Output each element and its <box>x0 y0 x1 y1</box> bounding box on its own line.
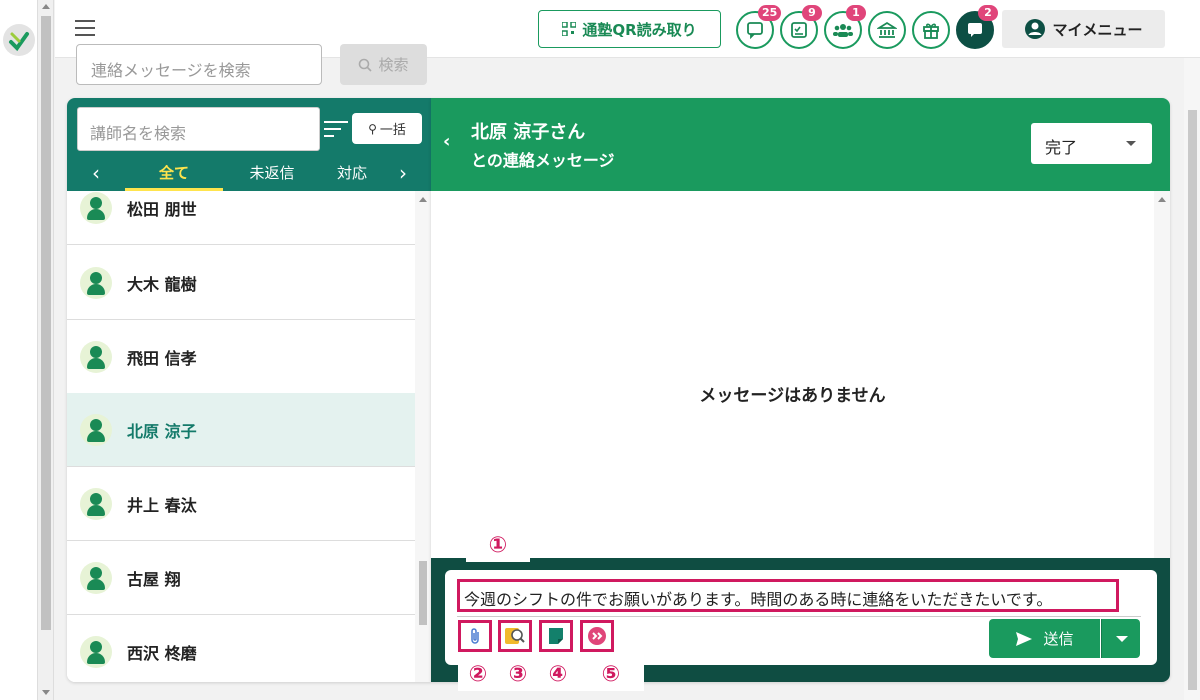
teacher-list-header: 講師名を検索 ⚲ 一括 ‹ 全て 未返信 対応 › <box>67 98 431 191</box>
teacher-name: 北原 涼子 <box>127 421 197 441</box>
bulk-button-label: 一括 <box>379 123 406 138</box>
tab-unreplied[interactable]: 未返信 <box>233 160 311 191</box>
message-area-scrollbar[interactable] <box>1154 191 1170 558</box>
search-icon <box>359 58 373 72</box>
teacher-name: 松田 朋世 <box>127 199 197 219</box>
message-count-badge: 25 <box>758 5 782 21</box>
avatar <box>80 413 112 446</box>
stamp-icon[interactable] <box>580 620 614 652</box>
sort-icon[interactable] <box>323 120 349 138</box>
template-search-icon[interactable] <box>498 620 532 652</box>
bulk-button[interactable]: ⚲ 一括 <box>352 113 422 144</box>
conversation-title: 北原 涼子さん <box>471 122 586 143</box>
teacher-name: 古屋 翔 <box>127 569 181 589</box>
account-circle-icon <box>1025 19 1046 39</box>
tab-all[interactable]: 全て <box>125 160 223 191</box>
message-icon[interactable]: 25 <box>736 5 782 49</box>
list-item[interactable]: 飛田 信孝 <box>67 320 415 394</box>
group-count-badge: 1 <box>846 5 866 21</box>
chevron-down-icon <box>1126 141 1136 146</box>
group-icon[interactable]: 1 <box>824 5 866 49</box>
checklist-icon[interactable]: 9 <box>780 5 822 49</box>
list-item[interactable]: 井上 春汰 <box>67 467 415 541</box>
message-input[interactable]: 今週のシフトの件でお願いがあります。時間のある時に連絡をいただきたいです。 <box>457 579 1119 612</box>
send-button-label: 送信 <box>1043 630 1074 648</box>
bulk-icon: ⚲ <box>368 121 377 136</box>
avatar <box>80 487 112 520</box>
chevron-down-icon <box>1116 636 1128 642</box>
list-item-selected[interactable]: 北原 涼子 <box>67 393 415 467</box>
teacher-name: 西沢 柊磨 <box>127 643 197 663</box>
message-area: メッセージはありません <box>431 191 1154 558</box>
teacher-search-input[interactable]: 講師名を検索 <box>77 107 320 151</box>
send-button[interactable]: 送信 <box>989 619 1100 658</box>
attach-file-icon[interactable] <box>458 620 492 652</box>
conversation-subtitle: との連絡メッセージ <box>471 151 615 170</box>
teacher-name: 飛田 信孝 <box>127 348 197 368</box>
tab-next-icon[interactable]: › <box>391 160 415 186</box>
avatar <box>80 635 112 668</box>
empty-message-text: メッセージはありません <box>699 386 886 406</box>
status-select[interactable]: 完了 <box>1031 123 1152 164</box>
outer-scrollbar[interactable] <box>38 0 54 700</box>
teacher-name: 井上 春汰 <box>127 495 197 515</box>
qr-scan-label: 通塾QR読み取り <box>582 20 697 39</box>
chat-icon[interactable]: 2 <box>956 5 998 49</box>
list-item[interactable]: 大木 龍樹 <box>67 246 415 320</box>
send-icon <box>1016 631 1033 646</box>
avatar <box>80 561 112 594</box>
tab-prev-icon[interactable]: ‹ <box>84 160 108 186</box>
callout-1: ① <box>466 530 530 562</box>
school-icon[interactable] <box>868 11 906 49</box>
send-options-button[interactable] <box>1101 619 1140 658</box>
qr-code-icon <box>562 22 577 36</box>
list-item[interactable]: 古屋 翔 <box>67 541 415 615</box>
gift-icon[interactable] <box>912 11 950 49</box>
callout-5: ⑤ <box>578 659 644 691</box>
teacher-list-panel: 講師名を検索 ⚲ 一括 ‹ 全て 未返信 対応 › 松田 朋世 大木 龍樹 飛田… <box>67 98 431 682</box>
callout-2: ② <box>458 659 498 691</box>
callout-4: ④ <box>538 659 578 691</box>
my-menu-button[interactable]: マイメニュー <box>1002 10 1165 48</box>
avatar <box>80 266 112 299</box>
message-search-input[interactable]: 連絡メッセージを検索 <box>76 44 322 85</box>
checklist-count-badge: 9 <box>802 5 822 21</box>
message-search-button-label: 検索 <box>378 56 409 74</box>
composer-divider <box>457 616 1141 617</box>
teacher-list: 松田 朋世 大木 龍樹 飛田 信孝 北原 涼子 井上 春汰 古屋 翔 西沢 柊磨 <box>67 191 415 682</box>
teacher-list-scrollbar[interactable] <box>415 191 431 682</box>
qr-scan-button[interactable]: 通塾QR読み取り <box>538 10 721 48</box>
tab-handled[interactable]: 対応 <box>337 160 379 191</box>
conversation-panel: ‹ 北原 涼子さん との連絡メッセージ 完了 メッセージはありません 今週のシフ… <box>431 98 1170 682</box>
conversation-header: ‹ 北原 涼子さん との連絡メッセージ 完了 <box>431 98 1170 191</box>
app-logo-icon[interactable] <box>3 24 35 56</box>
app-rail <box>0 0 38 700</box>
list-item[interactable]: 西沢 柊磨 <box>67 615 415 682</box>
chat-count-badge: 2 <box>978 5 998 21</box>
note-icon[interactable] <box>539 620 573 652</box>
composer: 今週のシフトの件でお願いがあります。時間のある時に連絡をいただきたいです。 送信 <box>445 570 1157 665</box>
message-search-button[interactable]: 検索 <box>340 44 427 85</box>
list-item[interactable]: 松田 朋世 <box>67 191 415 245</box>
avatar <box>80 191 112 224</box>
avatar <box>80 340 112 373</box>
message-search-placeholder: 連絡メッセージを検索 <box>91 61 251 80</box>
teacher-search-placeholder: 講師名を検索 <box>90 124 187 143</box>
hamburger-menu-icon[interactable] <box>75 20 95 36</box>
callout-3: ③ <box>498 659 538 691</box>
status-value: 完了 <box>1045 138 1078 157</box>
my-menu-label: マイメニュー <box>1052 20 1143 39</box>
page-scrollbar[interactable] <box>1184 58 1200 700</box>
teacher-name: 大木 龍樹 <box>127 274 197 294</box>
back-chevron-icon[interactable]: ‹ <box>443 131 459 155</box>
